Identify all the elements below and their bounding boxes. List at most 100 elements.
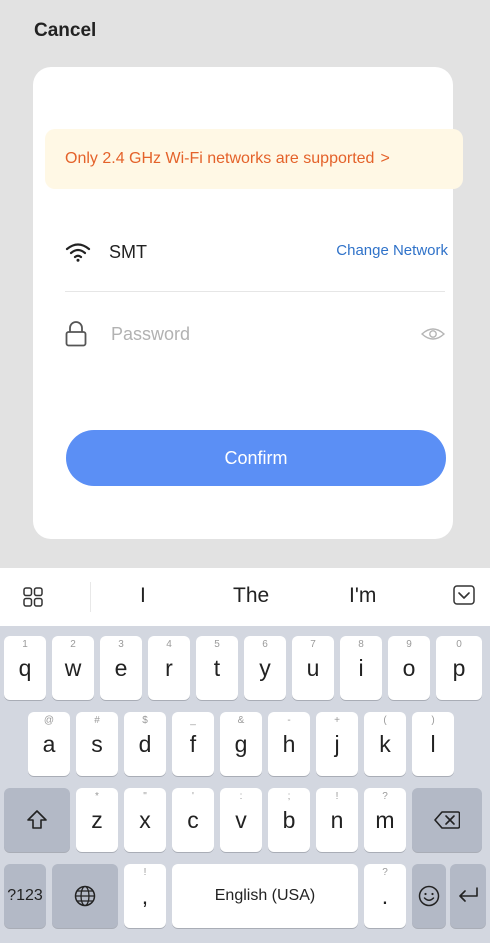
key-label: . [381,882,389,909]
key-l[interactable]: ) l [412,712,454,776]
key-o[interactable]: 9o [388,636,430,700]
key-comma[interactable]: !, [124,864,166,928]
language-key[interactable] [52,864,118,928]
suggestion-item[interactable]: I [140,584,146,608]
key-c[interactable]: ' c [172,788,214,852]
key-label: g [234,730,248,757]
key-hint: ; [287,791,291,802]
key-hint: 5 [214,639,220,650]
key-b[interactable]: ; b [268,788,310,852]
key-period[interactable]: ?. [364,864,406,928]
key-hint: $ [142,715,148,726]
suggestion-item[interactable]: I'm [349,584,376,608]
key-label: s [91,730,103,757]
key-label: r [165,654,173,681]
key-u[interactable]: 7u [292,636,334,700]
key-label: English (USA) [214,887,316,904]
key-hint: _ [190,715,196,726]
key-x[interactable]: " x [124,788,166,852]
suggestion-bar: I The I'm [0,568,490,626]
eye-icon[interactable] [421,326,445,342]
key-hint: : [239,791,243,802]
wifi-notice-banner[interactable]: Only 2.4 GHz Wi-Fi networks are supporte… [45,129,463,189]
key-label: y [259,654,271,681]
keyboard: 1q 2w 3e 4r 5t 6y 7u 8i 9o 0p @ a # s $ d _… [0,626,490,943]
key-label: f [189,730,197,757]
change-network-link[interactable]: Change Network [336,242,448,259]
shift-icon [27,810,47,829]
key-t[interactable]: 5t [196,636,238,700]
network-row: SMT Change Network [65,227,448,277]
key-q[interactable]: 1q [4,636,46,700]
key-h[interactable]: -h [268,712,310,776]
key-label: w [64,654,82,681]
wifi-setup-screen: Cancel Only 2.4 GHz Wi-Fi networks are s… [0,0,490,568]
key-hint: ) [431,715,435,726]
divider [90,582,91,612]
key-hint: ( [383,715,387,726]
key-s[interactable]: # s [76,712,118,776]
key-hint: ' [192,791,194,802]
key-d[interactable]: $ d [124,712,166,776]
key-label: h [282,730,296,757]
key-label: b [282,806,296,833]
key-hint: # [94,715,100,726]
key-label: , [141,882,149,909]
chevron-right-icon: > [380,150,390,167]
cancel-button[interactable]: Cancel [34,20,96,42]
key-i[interactable]: 8i [340,636,382,700]
key-hint: - [287,715,291,726]
key-a[interactable]: @ a [28,712,70,776]
key-y[interactable]: 6y [244,636,286,700]
key-m[interactable]: ? m [364,788,406,852]
key-hint: 8 [358,639,364,650]
key-hint: ? [382,791,388,802]
confirm-button[interactable]: Confirm [66,430,446,486]
key-label: o [402,654,416,681]
space-key[interactable]: English (USA) [172,864,358,928]
key-label: x [139,806,151,833]
divider [65,291,445,292]
key-w[interactable]: 2w [52,636,94,700]
key-f[interactable]: _ f [172,712,214,776]
key-hint: & [237,715,245,726]
key-label: d [138,730,152,757]
key-hint: 1 [22,639,28,650]
grid-icon[interactable] [23,587,43,607]
enter-key[interactable] [450,864,486,928]
key-label: a [42,730,56,757]
key-hint: 0 [456,639,462,650]
suggestion-item[interactable]: The [233,584,269,608]
key-hint: 4 [166,639,172,650]
key-label: i [358,654,364,681]
key-j[interactable]: + j [316,712,358,776]
key-v[interactable]: :v [220,788,262,852]
key-label: u [306,654,320,681]
password-input[interactable] [111,323,391,345]
password-row [65,312,445,356]
key-label: n [330,806,344,833]
key-label: v [235,806,247,833]
shift-key[interactable] [4,788,70,852]
key-e[interactable]: 3e [100,636,142,700]
key-p[interactable]: 0p [436,636,482,700]
key-k[interactable]: (k [364,712,406,776]
key-z[interactable]: * z [76,788,118,852]
wifi-icon [65,243,91,262]
key-hint: + [334,715,340,726]
key-hint: 3 [118,639,124,650]
hide-keyboard-icon[interactable] [453,585,475,605]
emoji-key[interactable] [412,864,446,928]
backspace-key[interactable] [412,788,482,852]
key-n[interactable]: ! n [316,788,358,852]
key-r[interactable]: 4r [148,636,190,700]
lock-icon [65,321,87,347]
key-g[interactable]: & g [220,712,262,776]
symbols-key[interactable]: ?123 [4,864,46,928]
key-label: q [18,654,32,681]
notice-text: Only 2.4 GHz Wi-Fi networks are supporte… [65,150,375,167]
key-label: l [430,730,436,757]
backspace-icon [434,811,460,829]
key-label: z [91,806,103,833]
network-ssid: SMT [109,241,147,262]
